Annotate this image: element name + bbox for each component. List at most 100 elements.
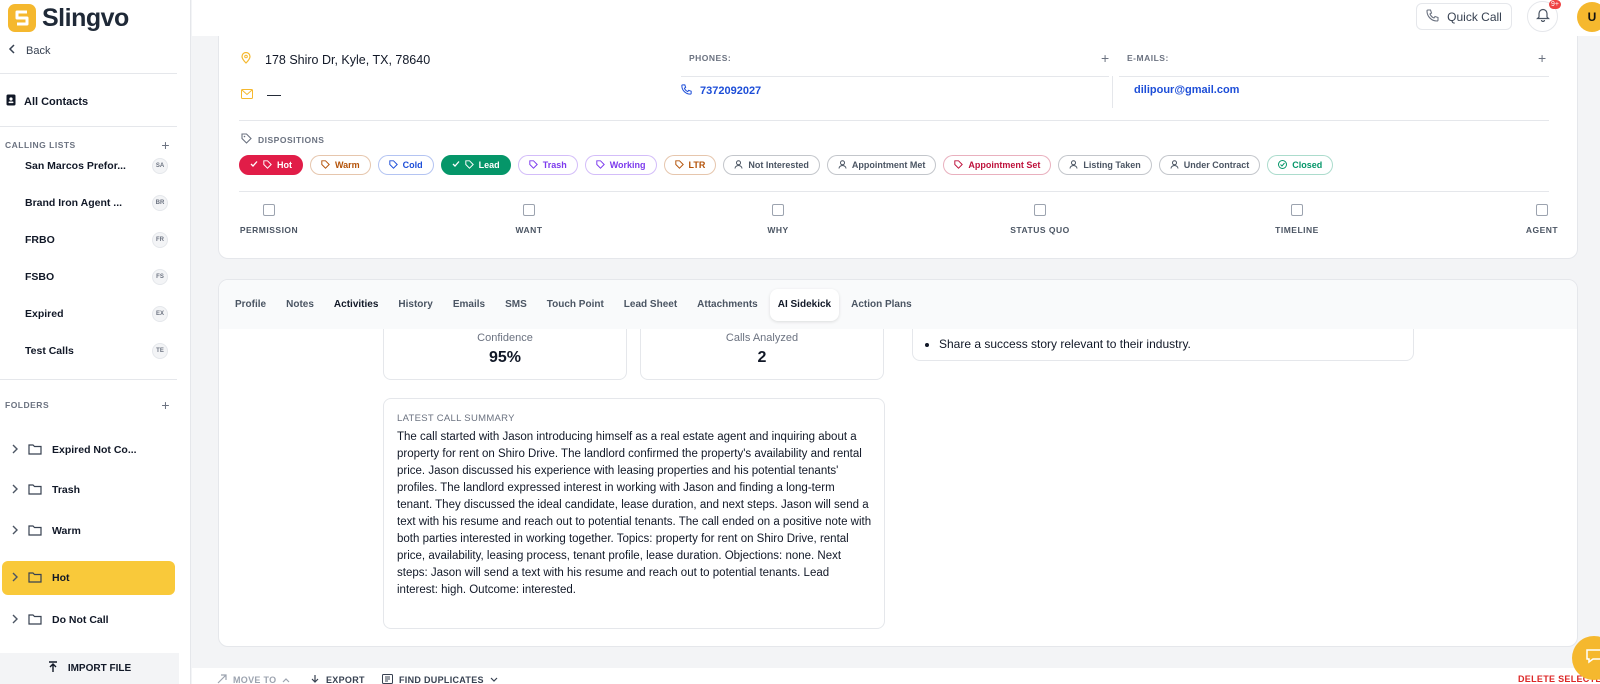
tab-action-plans[interactable]: Action Plans [843, 289, 920, 321]
all-contacts-link[interactable]: All Contacts [6, 94, 88, 109]
checkbox[interactable] [1291, 204, 1303, 216]
calling-list-label: Brand Iron Agent ... [25, 197, 123, 209]
checkbox-agent[interactable]: AGENT [1512, 204, 1572, 235]
email-link[interactable]: dilipour@gmail.com [1134, 84, 1239, 96]
checkbox-label: WANT [515, 225, 543, 235]
duplicate-icon [382, 674, 393, 684]
calls-analyzed-label: Calls Analyzed [725, 332, 799, 344]
map-pin-icon [241, 51, 251, 67]
tab-emails[interactable]: Emails [445, 289, 493, 321]
disposition-chip-ltr[interactable]: LTR [663, 155, 717, 175]
calling-list-label: San Marcos Prefor... [25, 160, 126, 172]
calling-list-item[interactable]: Test Calls TE [25, 343, 168, 359]
tab-sms[interactable]: SMS [497, 289, 535, 321]
chevron-right-icon[interactable] [12, 484, 18, 497]
tab-history[interactable]: History [390, 289, 440, 321]
qualification-checklist: PERMISSION WANT WHY STATUS QUO TIMELINE … [239, 204, 1558, 238]
checkbox-why[interactable]: WHY [748, 204, 808, 235]
chevron-up-icon [282, 675, 290, 684]
export-button[interactable]: EXPORT [310, 674, 365, 684]
all-contacts-label: All Contacts [24, 95, 89, 108]
folder-label: Trash [52, 484, 81, 496]
tag-icon [464, 159, 474, 171]
talking-points-card: Share a success story relevant to their … [912, 329, 1414, 361]
folder-item[interactable]: Expired Not Co... [2, 433, 175, 467]
checkbox[interactable] [523, 204, 535, 216]
chevron-right-icon[interactable] [12, 572, 18, 585]
disposition-chip-appointment-set[interactable]: Appointment Set [943, 155, 1052, 175]
tag-icon [596, 159, 605, 171]
user-avatar[interactable]: U [1577, 2, 1600, 32]
tab-ai-sidekick[interactable]: AI Sidekick [769, 288, 840, 321]
tab-lead-sheet[interactable]: Lead Sheet [616, 289, 685, 321]
disposition-chip-closed[interactable]: Closed [1267, 155, 1334, 175]
add-folder-button[interactable]: + [161, 397, 170, 413]
checkbox-label: STATUS QUO [1010, 225, 1070, 235]
latest-call-summary-card: LATEST CALL SUMMARY The call started wit… [383, 398, 885, 629]
checkbox-want[interactable]: WANT [499, 204, 559, 235]
phone-link[interactable]: 7372092027 [681, 84, 761, 98]
export-label: EXPORT [326, 675, 365, 684]
checkbox[interactable] [1034, 204, 1046, 216]
calling-list-item[interactable]: Expired EX [25, 306, 168, 322]
logo[interactable]: Slingvo [8, 2, 129, 34]
checkbox-label: AGENT [1525, 225, 1559, 235]
disposition-chip-warm[interactable]: Warm [310, 155, 371, 175]
import-label: IMPORT FILE [67, 663, 132, 674]
bell-icon [1535, 7, 1550, 27]
calling-list-item[interactable]: San Marcos Prefor... SA [25, 158, 168, 174]
add-phone-button[interactable]: + [1101, 50, 1109, 66]
folder-item[interactable]: Trash [2, 473, 175, 507]
calling-list-item[interactable]: FSBO FS [25, 269, 168, 285]
disposition-chip-not-interested[interactable]: Not Interested [723, 155, 820, 175]
disposition-chip-working[interactable]: Working [584, 155, 657, 175]
tab-attachments[interactable]: Attachments [689, 289, 766, 321]
folder-item[interactable]: Do Not Call [2, 603, 175, 637]
quick-call-label: Quick Call [1447, 9, 1502, 24]
folder-item-active[interactable]: Hot [2, 561, 175, 595]
chip-label: Warm [335, 160, 360, 170]
quick-call-button[interactable]: Quick Call [1416, 3, 1512, 30]
move-to-button[interactable]: MOVE TO [217, 674, 290, 684]
import-file-button[interactable]: IMPORT FILE [0, 653, 179, 684]
disposition-chip-appointment-met[interactable]: Appointment Met [826, 155, 937, 175]
disposition-chip-listing-taken[interactable]: Listing Taken [1058, 155, 1152, 175]
tag-icon [263, 159, 272, 171]
calling-list-badge: FR [152, 232, 168, 248]
checkbox-permission[interactable]: PERMISSION [239, 204, 299, 235]
back-button[interactable]: Back [8, 44, 50, 57]
add-calling-list-button[interactable]: + [161, 137, 170, 153]
calling-list-item[interactable]: FRBO FR [25, 232, 168, 248]
checkbox-status-quo[interactable]: STATUS QUO [1005, 204, 1075, 235]
disposition-chip-cold[interactable]: Cold [377, 155, 434, 175]
checkbox[interactable] [263, 204, 275, 216]
check-circle-icon [1278, 159, 1288, 171]
chip-label: Listing Taken [1083, 160, 1141, 170]
checkbox-timeline[interactable]: TIMELINE [1262, 204, 1332, 235]
checkbox[interactable] [1536, 204, 1548, 216]
disposition-chip-under-contract[interactable]: Under Contract [1158, 155, 1261, 175]
disposition-chip-lead[interactable]: Lead [440, 155, 511, 175]
calling-list-item[interactable]: Brand Iron Agent ... BR [25, 195, 168, 211]
tab-touch-point[interactable]: Touch Point [539, 289, 612, 321]
notifications-button[interactable]: 9+ [1527, 0, 1561, 32]
chevron-right-icon[interactable] [12, 614, 18, 627]
disposition-chip-trash[interactable]: Trash [517, 155, 578, 175]
tab-notes[interactable]: Notes [278, 289, 322, 321]
tab-profile[interactable]: Profile [227, 289, 274, 321]
dispositions-header: DISPOSITIONS [241, 133, 324, 146]
checkbox[interactable] [772, 204, 784, 216]
check-icon [452, 160, 460, 170]
folder-item[interactable]: Warm [2, 514, 175, 548]
add-email-button[interactable]: + [1538, 50, 1546, 66]
tag-icon [241, 133, 252, 146]
tab-activities[interactable]: Activities [326, 289, 386, 321]
address-text[interactable]: 178 Shiro Dr, Kyle, TX, 78640 [265, 53, 430, 67]
secondary-email-row: — [241, 86, 281, 102]
disposition-chip-hot[interactable]: Hot [239, 155, 303, 175]
find-duplicates-button[interactable]: FIND DUPLICATES [382, 674, 498, 684]
calling-list-badge: FS [152, 269, 168, 285]
chevron-right-icon[interactable] [12, 525, 18, 538]
chevron-right-icon[interactable] [12, 444, 18, 457]
ai-sidekick-content: Confidence 95% Calls Analyzed 2 Share a … [219, 329, 1577, 646]
